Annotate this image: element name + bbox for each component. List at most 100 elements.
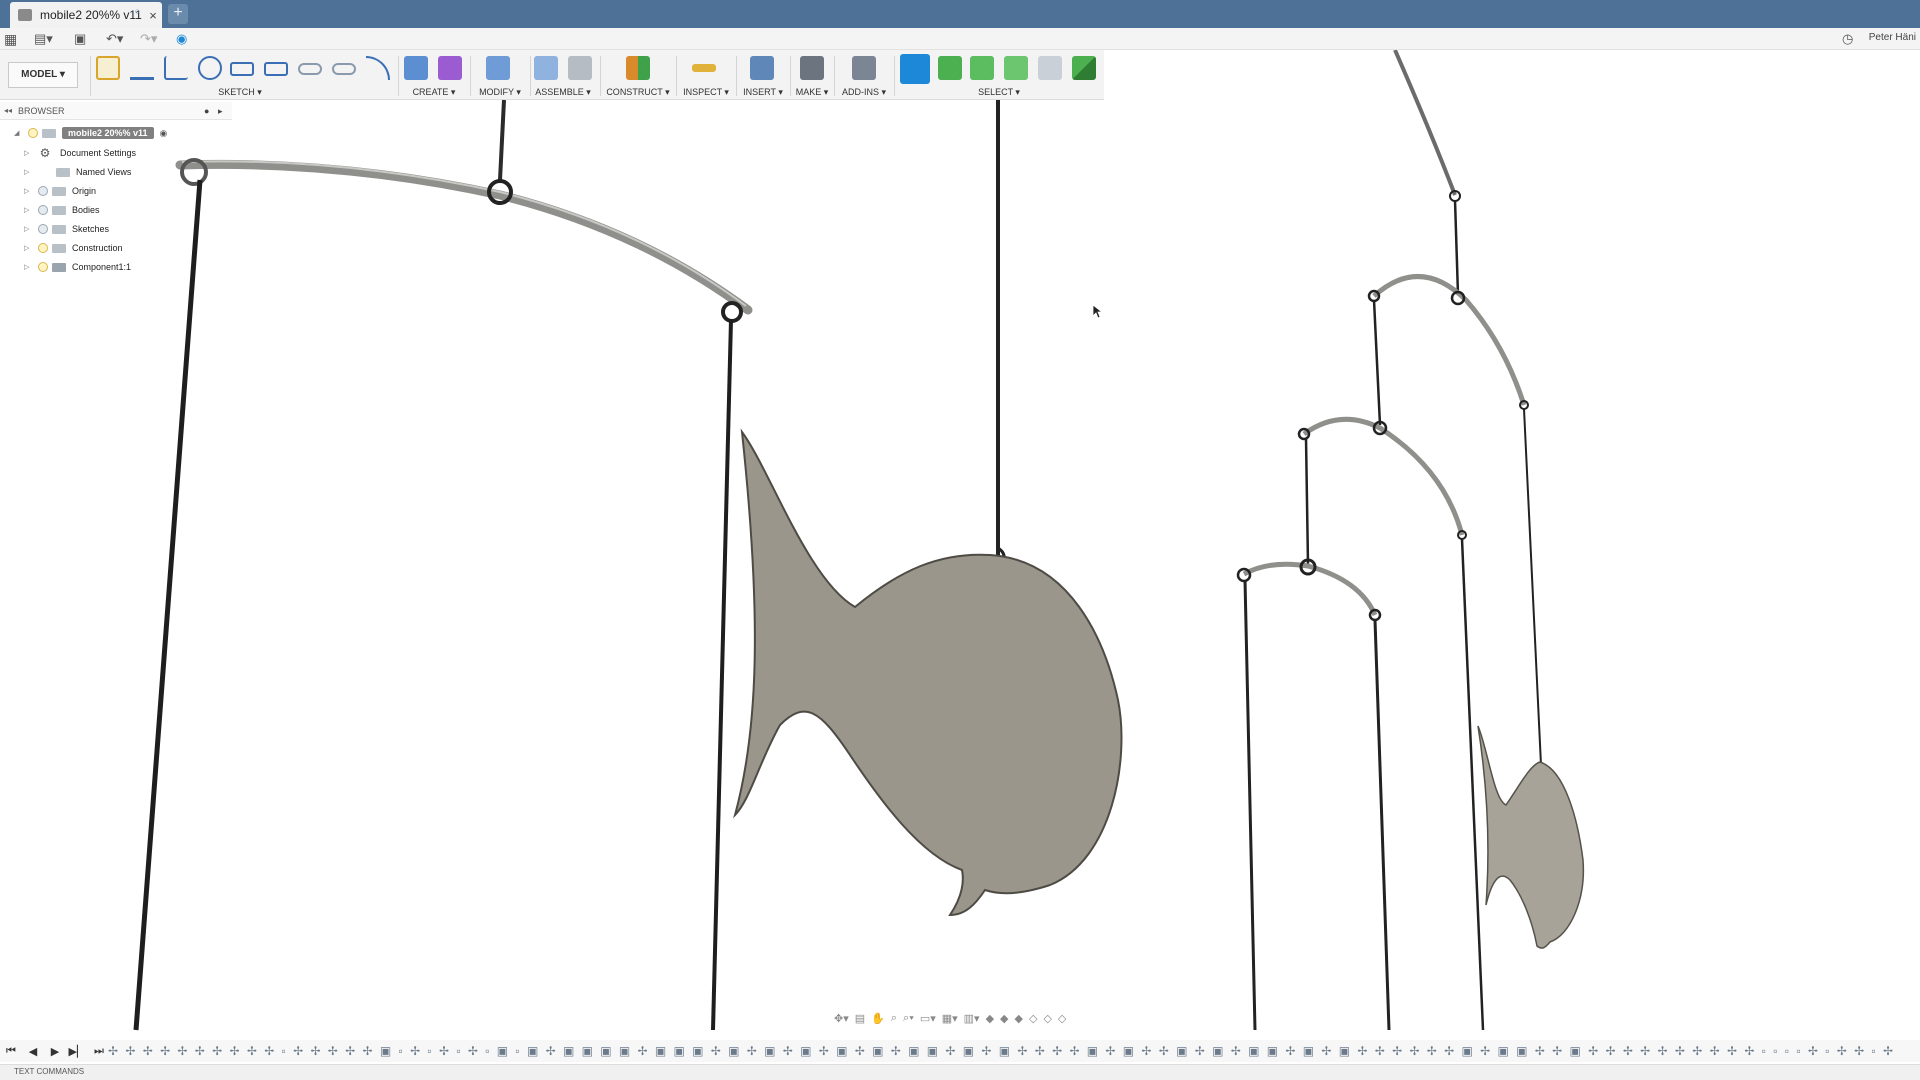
browser-item-component[interactable]: ▷ Component1:1 [24,258,131,276]
render-edges-icon[interactable]: ◆ [1000,1012,1008,1025]
undo-icon[interactable]: ↶▾ [106,31,123,47]
job-status-icon[interactable]: ◉ [176,31,187,47]
render-hidden-icon[interactable]: ◆ [1015,1012,1023,1025]
center-rectangle-icon[interactable] [264,62,288,76]
browser-pin-icon[interactable]: ● [204,102,218,120]
offset-plane-icon[interactable] [626,56,650,80]
paint-select-icon[interactable] [1004,56,1028,80]
expand-icon[interactable]: ▷ [24,149,34,157]
modify-menu[interactable]: MODIFY ▾ [474,87,526,98]
addins-menu[interactable]: ADD-INS ▾ [838,87,890,98]
display-settings-icon[interactable]: ▭▾ [920,1012,936,1025]
expand-icon[interactable]: ▷ [24,263,34,271]
slot-icon[interactable] [298,63,322,75]
history-clock-icon[interactable]: ◷ [1842,31,1853,47]
title-bar: mobile2 20%% v11 ○ × + [0,0,1920,28]
expand-icon[interactable]: ▷ [24,187,34,195]
app-grid-icon[interactable]: ▦ [4,31,17,47]
grid-settings-icon[interactable]: ▦▾ [942,1012,958,1025]
visibility-bulb-icon[interactable] [38,262,48,272]
text-commands-panel[interactable]: TEXT COMMANDS [0,1064,1920,1080]
overall-slot-icon[interactable] [332,63,356,75]
insert-canvas-icon[interactable] [750,56,774,80]
timeline-start-icon[interactable]: ⏮ [0,1045,22,1058]
workspace-dropdown[interactable]: MODEL ▾ [8,62,78,88]
window-select-icon[interactable] [938,56,962,80]
extrude-icon[interactable] [404,56,428,80]
browser-item-named-views[interactable]: ▷ Named Views [24,163,131,181]
visibility-bulb-icon[interactable] [38,205,48,215]
collapse-root-icon[interactable]: ◢ [14,129,24,137]
line-icon[interactable] [130,56,154,80]
selection-priority-icon[interactable] [1072,56,1096,80]
timeline-next-icon[interactable]: ▶▏ [66,1045,88,1058]
assemble-menu[interactable]: ASSEMBLE ▾ [534,87,592,98]
folder-icon [52,224,66,234]
render-wire-icon[interactable]: ◇ [1029,1012,1037,1025]
3d-print-icon[interactable] [800,56,824,80]
timeline-feature-track[interactable]: ✢✢✢✢✢✢✢✢✢✢▫✢✢✢✢✢▣▫✢▫✢▫✢▫▣▫▣✢▣▣▣▣✢▣▣▣✢▣✢▣… [108,1044,1912,1058]
timeline-previous-icon[interactable]: ◀ [22,1045,44,1058]
spline-icon[interactable] [366,56,390,80]
rectangle-icon[interactable] [230,62,254,76]
create-form-icon[interactable] [438,56,462,80]
string-right-3a [1304,437,1310,566]
user-name[interactable]: Peter Häni [1869,32,1916,43]
new-tab-button[interactable]: + [168,4,188,24]
select-tool-icon[interactable] [900,54,930,84]
press-pull-icon[interactable] [486,56,510,80]
expand-icon[interactable]: ▷ [24,225,34,233]
effects-icon[interactable]: ◇ [1058,1012,1066,1025]
insert-menu[interactable]: INSERT ▾ [740,87,786,98]
browser-item-construction[interactable]: ▷ Construction [24,239,123,257]
look-at-icon[interactable]: ▤ [855,1012,865,1025]
document-tab[interactable]: mobile2 20%% v11 ○ × [10,2,162,28]
toolbar-separator [736,56,737,96]
browser-expand-icon[interactable]: ▸ [218,102,232,120]
expand-icon[interactable]: ▷ [24,168,34,176]
orbit-icon[interactable]: ✥▾ [834,1012,849,1025]
selection-filters-icon[interactable] [1038,56,1062,80]
collapse-browser-icon[interactable]: ◂◂ [4,102,14,120]
browser-item-origin[interactable]: ▷ Origin [24,182,96,200]
zoom-window-icon[interactable]: ⌕▾ [903,1012,914,1025]
select-menu[interactable]: SELECT ▾ [976,87,1022,98]
file-menu-icon[interactable]: ▤▾ [34,31,53,47]
timeline-play-icon[interactable]: ▶ [44,1045,66,1058]
sketch-menu[interactable]: SKETCH ▾ [202,87,278,98]
browser-item-document-settings[interactable]: ▷ ⚙ Document Settings [24,144,136,162]
redo-icon[interactable]: ↷▾ [140,31,157,47]
expand-icon[interactable]: ▷ [24,244,34,252]
polyline-icon[interactable] [164,56,188,80]
activate-radio-icon[interactable]: ◉ [160,128,168,139]
construct-menu[interactable]: CONSTRUCT ▾ [604,87,672,98]
pan-icon[interactable]: ✋ [871,1012,885,1025]
model-viewport[interactable] [0,0,1920,1080]
make-menu[interactable]: MAKE ▾ [794,87,830,98]
viewports-icon[interactable]: ▥▾ [964,1012,980,1025]
browser-root-item[interactable]: ◢ mobile2 20%% v11 ◉ [14,124,167,142]
visibility-bulb-icon[interactable] [38,243,48,253]
save-icon[interactable]: ▣ [74,31,86,47]
visibility-bulb-icon[interactable] [28,128,38,138]
freeform-select-icon[interactable] [970,56,994,80]
new-component-icon[interactable] [534,56,558,80]
zoom-icon[interactable]: ⌕ [891,1012,897,1025]
render-shaded-icon[interactable]: ◆ [986,1012,994,1025]
create-menu[interactable]: CREATE ▾ [404,87,464,98]
create-sketch-icon[interactable] [96,56,120,80]
browser-item-bodies[interactable]: ▷ Bodies [24,201,100,219]
scripts-addins-icon[interactable] [852,56,876,80]
joint-icon[interactable] [568,56,592,80]
visibility-bulb-icon[interactable] [38,186,48,196]
expand-icon[interactable]: ▷ [24,206,34,214]
environment-icon[interactable]: ◇ [1043,1012,1051,1025]
inspect-menu[interactable]: INSPECT ▾ [680,87,732,98]
timeline-end-icon[interactable]: ⏭ [88,1045,110,1058]
close-tab-icon[interactable]: × [144,8,162,23]
measure-icon[interactable] [692,64,716,72]
browser-item-sketches[interactable]: ▷ Sketches [24,220,109,238]
browser-root-label: mobile2 20%% v11 [62,127,154,139]
circle-icon[interactable] [198,56,222,80]
visibility-bulb-icon[interactable] [38,224,48,234]
